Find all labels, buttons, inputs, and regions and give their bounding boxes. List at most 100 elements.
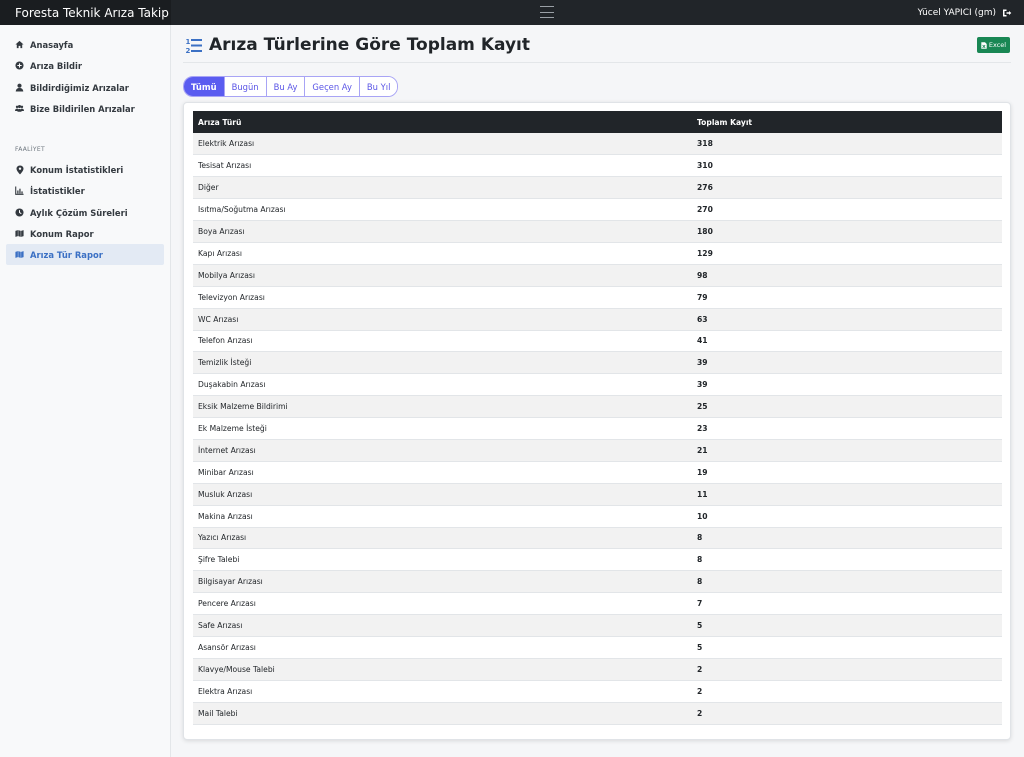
table-row: WC Arızası 63	[193, 308, 1002, 331]
brand-title[interactable]: Foresta Teknik Arıza Takip	[0, 0, 171, 25]
excel-label: Excel	[988, 41, 1007, 49]
ariza-turu-cell: Tesisat Arızası	[193, 154, 692, 178]
sidebar-item-label: Anasayfa	[30, 39, 74, 50]
column-header-toplam-kayit[interactable]: Toplam Kayıt	[692, 111, 1002, 133]
toplam-kayit-cell: 318	[692, 133, 1002, 156]
svg-text:2: 2	[186, 47, 191, 54]
ariza-turu-cell: Asansör Arızası	[193, 636, 692, 659]
logout-icon[interactable]	[1002, 8, 1012, 18]
table-row: Ek Malzeme İsteği 23	[193, 417, 1002, 440]
sidebar-item-label: Aylık Çözüm Süreleri	[30, 207, 128, 218]
table-row: Kapı Arızası 129	[193, 242, 1002, 265]
sidebar-item-label: Bize Bildirilen Arızalar	[30, 103, 135, 114]
ariza-turu-cell: Telefon Arızası	[193, 330, 692, 353]
ariza-turu-cell: Yazıcı Arızası	[193, 527, 692, 550]
report-card: Arıza Türü Toplam Kayıt Elektrik Arızası…	[183, 102, 1011, 740]
ariza-turu-cell: Eksik Malzeme Bildirimi	[193, 395, 692, 419]
sidebar-item-label: Konum Rapor	[30, 228, 94, 239]
table-row: Safe Arızası 5	[193, 614, 1002, 637]
table-row: Asansör Arızası 5	[193, 636, 1002, 659]
main-content: 1 2 Arıza Türlerine Göre Toplam Kayıt Ex…	[171, 25, 1024, 757]
filter-tumu[interactable]: Tümü	[184, 77, 225, 96]
table-row: Minibar Arızası 19	[193, 461, 1002, 484]
filter-bu-ay[interactable]: Bu Ay	[266, 77, 306, 96]
table-row: Elektrik Arızası 318	[193, 133, 1002, 156]
user-icon	[15, 83, 24, 92]
toplam-kayit-cell: 2	[692, 680, 1002, 703]
filter-bugun[interactable]: Bugün	[224, 77, 267, 96]
table-row: Bilgisayar Arızası 8	[193, 570, 1002, 594]
toplam-kayit-cell: 23	[692, 417, 1002, 440]
user-menu[interactable]: Yücel YAPICI (gm)	[918, 0, 1012, 25]
sidebar-item-label: İstatistikler	[30, 185, 85, 196]
sidebar-item-ariza-bildir[interactable]: Arıza Bildir	[6, 55, 164, 76]
ariza-turu-cell: Mobilya Arızası	[193, 264, 692, 287]
table-header-row: Arıza Türü Toplam Kayıt	[193, 111, 1002, 133]
column-header-ariza-turu[interactable]: Arıza Türü	[193, 111, 692, 133]
sidebar-item-konum-rapor[interactable]: Konum Rapor	[6, 223, 164, 244]
svg-text:1: 1	[186, 38, 191, 46]
table-row: Telefon Arızası 41	[193, 330, 1002, 353]
title-divider	[183, 62, 1011, 63]
ariza-turu-cell: Mail Talebi	[193, 702, 692, 725]
sidebar-item-bize-bildirilen-arizalar[interactable]: Bize Bildirilen Arızalar	[6, 98, 164, 119]
sidebar-item-aylik-cozum-sureleri[interactable]: Aylık Çözüm Süreleri	[6, 202, 164, 223]
toplam-kayit-cell: 11	[692, 483, 1002, 506]
ariza-turu-cell: Safe Arızası	[193, 614, 692, 637]
table-row: İnternet Arızası 21	[193, 439, 1002, 462]
ariza-turu-cell: Elektrik Arızası	[193, 133, 692, 156]
filter-bu-yil[interactable]: Bu Yıl	[359, 77, 398, 96]
sidebar-section-heading: FAALİYET	[15, 146, 45, 153]
toplam-kayit-cell: 25	[692, 395, 1002, 419]
map-pin-icon	[15, 165, 24, 174]
plus-circle-icon	[15, 61, 24, 70]
sidebar-item-anasayfa[interactable]: Anasayfa	[6, 34, 164, 55]
table-row: Yazıcı Arızası 8	[193, 527, 1002, 550]
sidebar-item-label: Konum İstatistikleri	[30, 164, 124, 175]
toplam-kayit-cell: 39	[692, 351, 1002, 375]
table-row: Televizyon Arızası 79	[193, 286, 1002, 309]
sidebar-item-konum-istatistikleri[interactable]: Konum İstatistikleri	[6, 159, 164, 180]
ariza-turu-cell: Klavye/Mouse Talebi	[193, 658, 692, 681]
toplam-kayit-cell: 276	[692, 176, 1002, 200]
date-filter-group: Tümü Bugün Bu Ay Geçen Ay Bu Yıl	[183, 76, 399, 97]
toplam-kayit-cell: 19	[692, 461, 1002, 484]
ariza-turu-cell: Isıtma/Soğutma Arızası	[193, 198, 692, 222]
report-table: Arıza Türü Toplam Kayıt Elektrik Arızası…	[193, 111, 1002, 725]
hamburger-menu-icon[interactable]	[540, 6, 554, 18]
table-row: Mobilya Arızası 98	[193, 264, 1002, 287]
file-excel-icon	[981, 41, 987, 49]
ariza-turu-cell: Diğer	[193, 176, 692, 200]
toplam-kayit-cell: 63	[692, 308, 1002, 331]
sidebar-item-bildirdigimiz-arizalar[interactable]: Bildirdiğimiz Arızalar	[6, 77, 164, 98]
sidebar-item-label: Arıza Bildir	[30, 60, 83, 71]
table-row: Pencere Arızası 7	[193, 592, 1002, 616]
toplam-kayit-cell: 8	[692, 570, 1002, 594]
toplam-kayit-cell: 41	[692, 330, 1002, 353]
sidebar-item-label: Arıza Tür Rapor	[30, 249, 103, 260]
ariza-turu-cell: Boya Arızası	[193, 220, 692, 243]
excel-export-button[interactable]: Excel	[977, 37, 1010, 53]
table-row: Mail Talebi 2	[193, 702, 1002, 725]
sidebar-item-label: Bildirdiğimiz Arızalar	[30, 82, 129, 93]
map-icon	[15, 250, 24, 259]
sidebar-item-ariza-tur-rapor[interactable]: Arıza Tür Rapor	[6, 244, 164, 265]
toplam-kayit-cell: 7	[692, 592, 1002, 616]
toplam-kayit-cell: 98	[692, 264, 1002, 287]
ariza-turu-cell: Makina Arızası	[193, 505, 692, 528]
sidebar-item-istatistikler[interactable]: İstatistikler	[6, 180, 164, 201]
ariza-turu-cell: Temizlik İsteği	[193, 351, 692, 375]
ariza-turu-cell: Kapı Arızası	[193, 242, 692, 265]
toplam-kayit-cell: 270	[692, 198, 1002, 222]
table-row: Makina Arızası 10	[193, 505, 1002, 528]
bar-chart-icon	[15, 186, 24, 195]
ariza-turu-cell: WC Arızası	[193, 308, 692, 331]
ariza-turu-cell: Bilgisayar Arızası	[193, 570, 692, 594]
table-row: Klavye/Mouse Talebi 2	[193, 658, 1002, 681]
sidebar: Anasayfa Arıza Bildir Bildirdiğimiz Arız…	[0, 25, 171, 757]
filter-gecen-ay[interactable]: Geçen Ay	[305, 77, 360, 96]
table-row: Boya Arızası 180	[193, 220, 1002, 243]
table-row: Temizlik İsteği 39	[193, 351, 1002, 375]
toplam-kayit-cell: 10	[692, 505, 1002, 528]
ariza-turu-cell: Şifre Talebi	[193, 548, 692, 572]
